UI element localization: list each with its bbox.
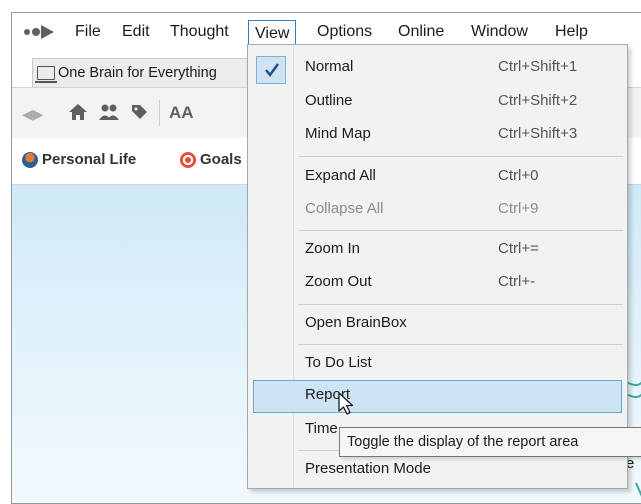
menu-item-presentation-mode[interactable]: Presentation Mode — [248, 454, 627, 487]
target-icon — [180, 151, 196, 168]
menu-thought[interactable]: Thought — [170, 21, 229, 43]
menu-item-shortcut: Ctrl+Shift+1 — [498, 58, 578, 75]
thebrain-logo-icon — [24, 25, 54, 39]
menu-item-report[interactable]: Report — [253, 380, 622, 413]
menu-item-zoom-out[interactable]: Zoom Out Ctrl+- — [248, 267, 627, 300]
home-icon[interactable] — [68, 103, 88, 121]
brain-tab[interactable]: One Brain for Everything — [32, 58, 274, 87]
menu-item-outline[interactable]: Outline Ctrl+Shift+2 — [248, 86, 627, 119]
menu-item-shortcut: Ctrl+Shift+2 — [498, 92, 578, 109]
menu-separator — [298, 156, 623, 157]
menu-item-shortcut: Ctrl+9 — [498, 200, 539, 217]
menu-item-open-brainbox[interactable]: Open BrainBox — [248, 308, 627, 341]
menu-item-label: Collapse All — [305, 200, 384, 217]
pin-personal-life[interactable]: Personal Life — [22, 151, 136, 168]
view-menu-dropdown: Normal Ctrl+Shift+1 Outline Ctrl+Shift+2… — [247, 44, 628, 489]
menu-item-mind-map[interactable]: Mind Map Ctrl+Shift+3 — [248, 119, 627, 152]
menu-item-label: Time — [305, 420, 338, 437]
menu-window[interactable]: Window — [471, 21, 528, 43]
menu-item-label: Normal — [305, 58, 354, 75]
menu-item-shortcut: Ctrl+- — [498, 273, 536, 290]
menu-item-to-do-list[interactable]: To Do List — [248, 348, 627, 381]
menu-item-label: Presentation Mode — [305, 460, 431, 477]
checkmark-icon — [256, 56, 286, 84]
menu-item-shortcut: Ctrl+Shift+3 — [498, 125, 578, 142]
brain-tab-label: One Brain for Everything — [58, 65, 217, 81]
font-size-icon[interactable]: AA — [169, 103, 194, 123]
menu-online[interactable]: Online — [398, 21, 444, 43]
people-icon[interactable] — [98, 103, 120, 121]
pin-goals[interactable]: Goals — [180, 151, 242, 168]
menu-item-label: Expand All — [305, 167, 376, 184]
menu-item-expand-all[interactable]: Expand All Ctrl+0 — [248, 161, 627, 194]
mouse-pointer-icon — [338, 392, 354, 415]
menu-item-label: To Do List — [305, 354, 372, 371]
pin-label: Personal Life — [42, 151, 137, 168]
tag-icon[interactable] — [130, 103, 148, 121]
laptop-icon — [35, 66, 57, 83]
menu-item-label: Outline — [305, 92, 353, 109]
menu-edit[interactable]: Edit — [122, 21, 150, 43]
menu-file[interactable]: File — [75, 21, 101, 43]
menu-item-zoom-in[interactable]: Zoom In Ctrl+= — [248, 234, 627, 267]
menu-separator — [298, 304, 623, 305]
pin-label: Goals — [200, 151, 242, 168]
menu-options[interactable]: Options — [317, 21, 372, 43]
report-tooltip: Toggle the display of the report area — [339, 427, 641, 457]
menu-item-collapse-all: Collapse All Ctrl+9 — [248, 194, 627, 227]
menu-help[interactable]: Help — [555, 21, 588, 43]
menu-item-normal[interactable]: Normal Ctrl+Shift+1 — [248, 52, 627, 85]
menu-item-shortcut: Ctrl+= — [498, 240, 539, 257]
menu-item-label: Zoom In — [305, 240, 361, 257]
person-icon — [22, 151, 38, 168]
back-forward-icon[interactable]: ◀▶ — [22, 106, 44, 123]
menu-view[interactable]: View — [248, 20, 297, 47]
menu-separator — [298, 344, 623, 345]
menu-item-label: Mind Map — [305, 125, 371, 142]
menu-item-shortcut: Ctrl+0 — [498, 167, 539, 184]
menu-item-label: Zoom Out — [305, 273, 372, 290]
menu-separator — [298, 230, 623, 231]
menu-item-label: Open BrainBox — [305, 314, 407, 331]
